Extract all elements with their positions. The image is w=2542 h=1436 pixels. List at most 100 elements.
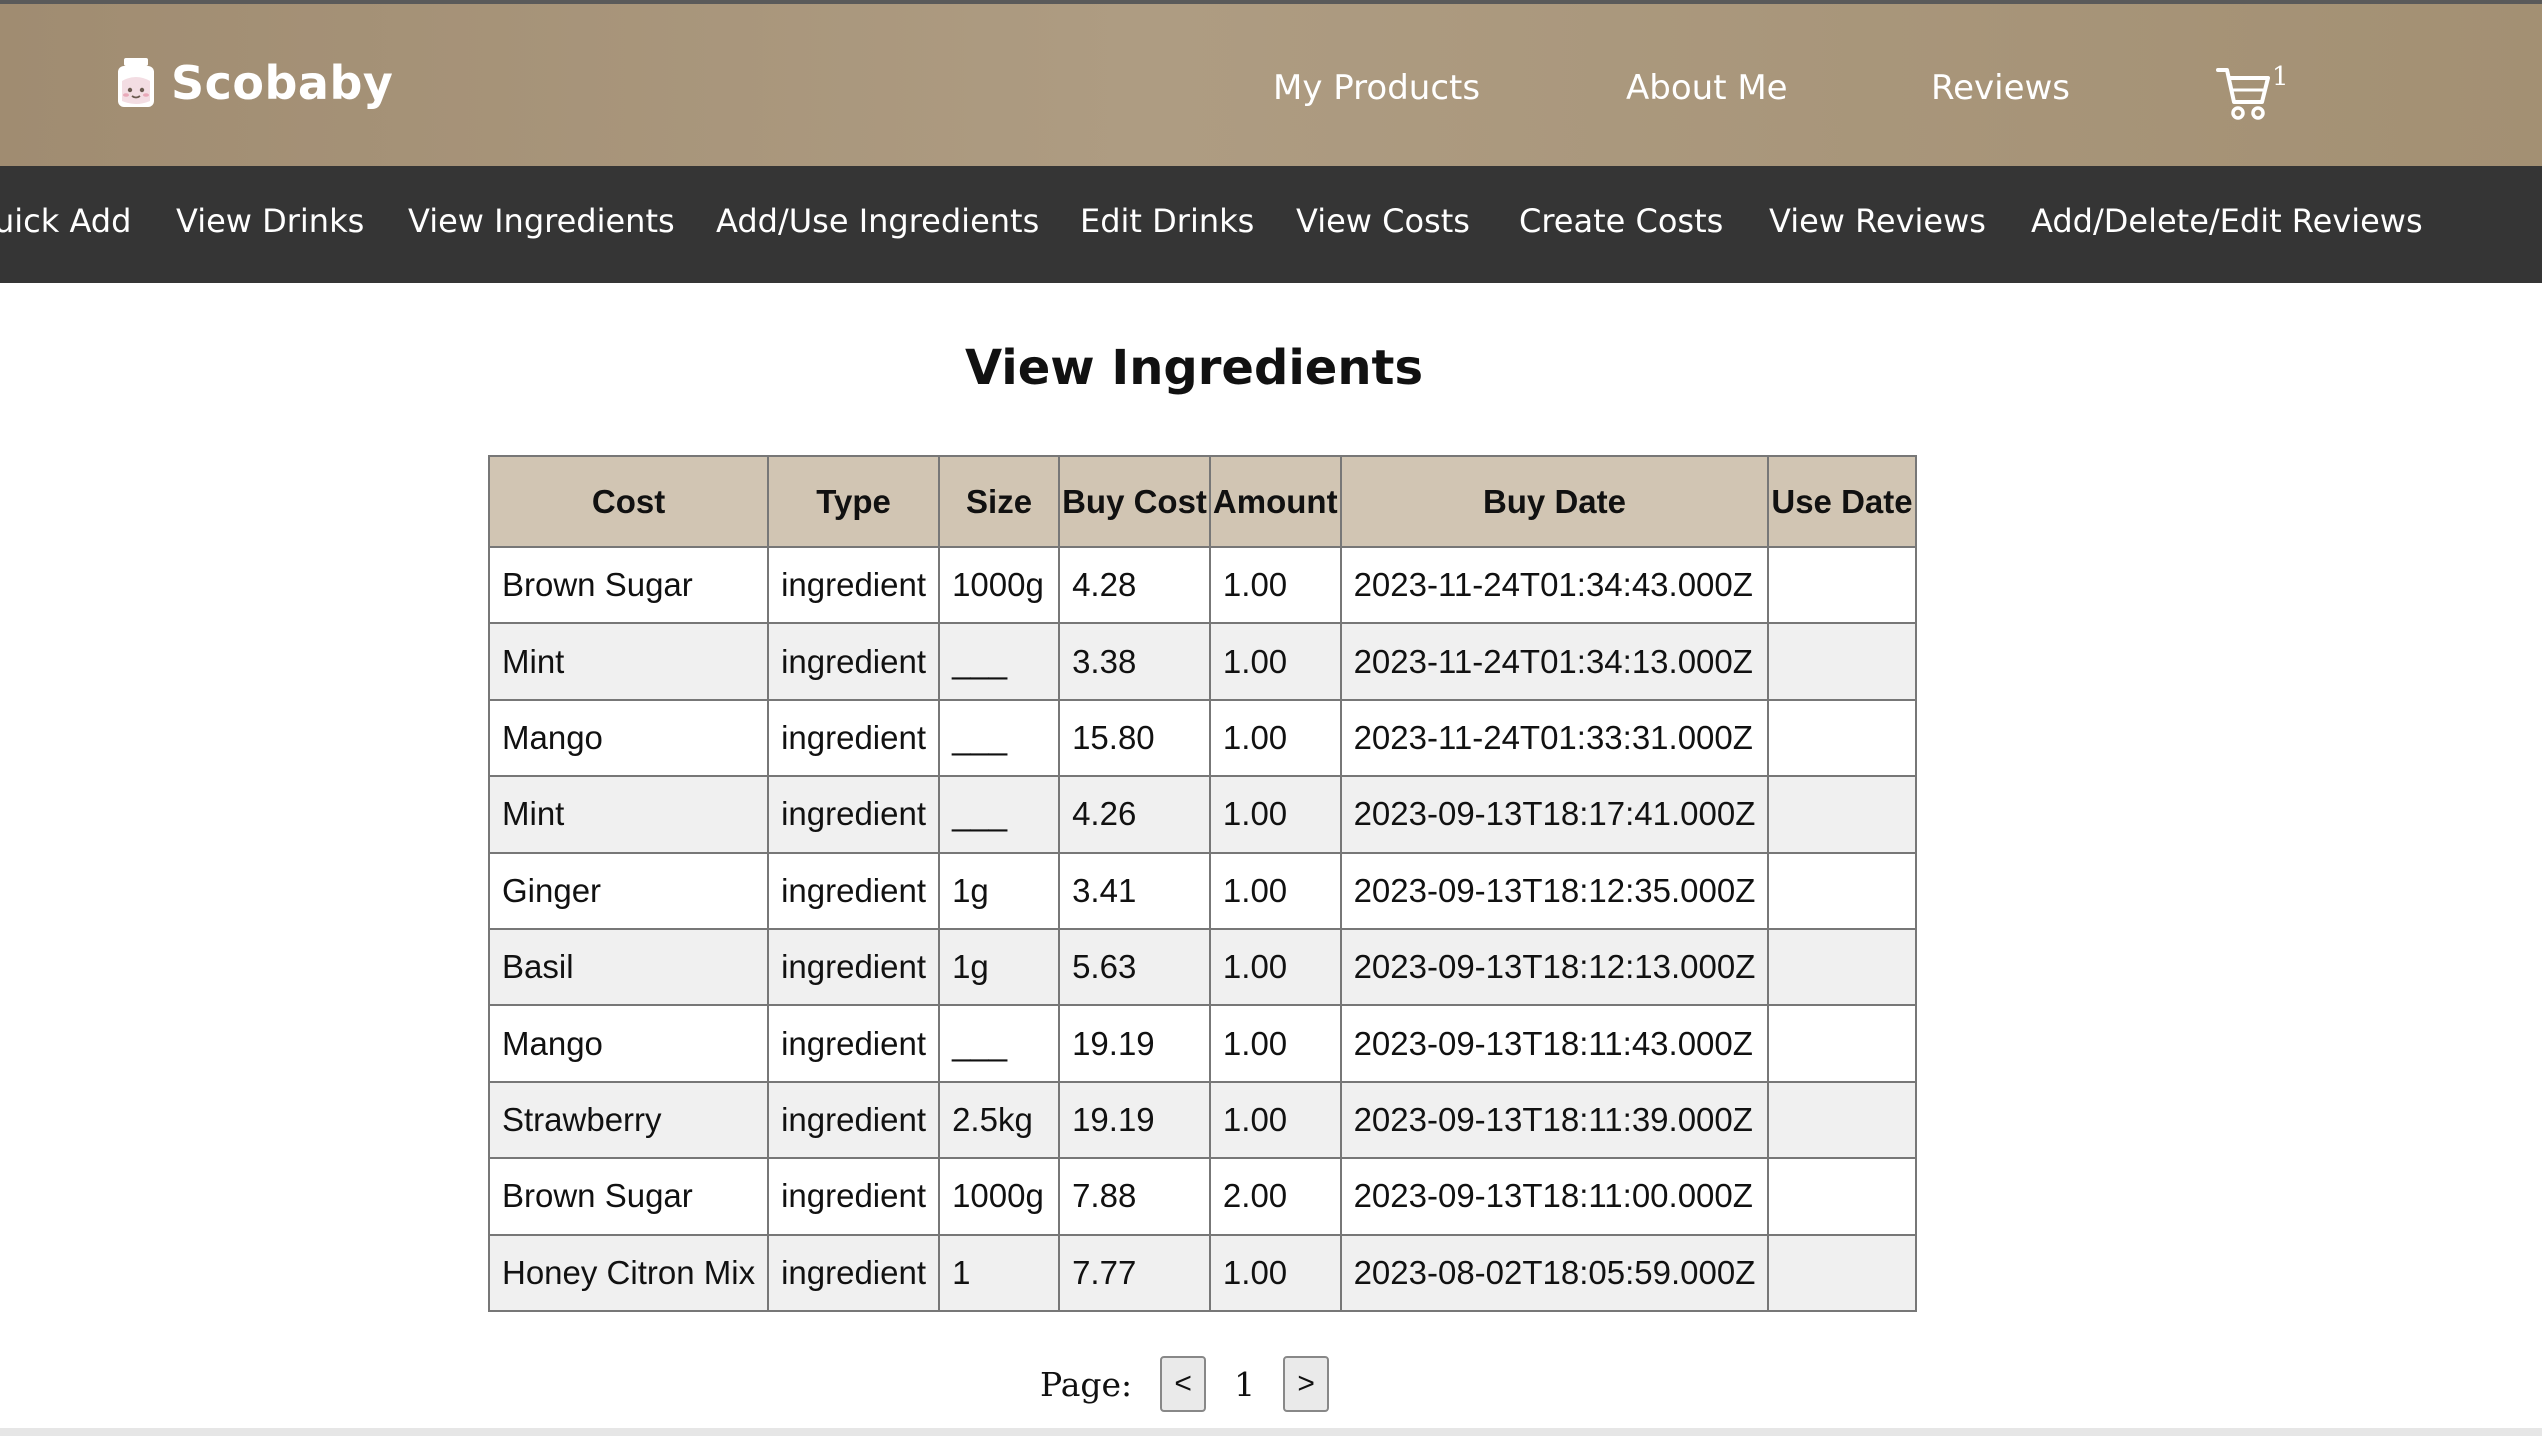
cell-amount: 1.00 — [1208, 927, 1342, 1007]
cell-size: 1000g — [938, 1157, 1061, 1236]
subnav-view-reviews[interactable]: View Reviews — [1769, 202, 1986, 240]
table-row: Strawberry ingredient 2.5kg 19.19 1.00 2023-0… — [487, 1080, 1917, 1160]
table-row: Honey Citron Mix ingredient 1 7.77 1.00 2023-… — [487, 1233, 1917, 1312]
cell-cost: Mango — [487, 1004, 770, 1083]
col-header-buy-cost: Buy Cost — [1058, 455, 1211, 548]
cell-type: ingredient — [767, 698, 941, 778]
cell-size: 2.5kg — [938, 1080, 1061, 1160]
cell-use-date — [1767, 1004, 1917, 1083]
cell-buy-date: 2023-08-02T18:05:59.000Z — [1339, 1233, 1770, 1312]
subnav-quick-add[interactable]: uick Add — [0, 202, 131, 240]
cell-use-date — [1767, 622, 1917, 701]
cell-size: ___ — [938, 1004, 1061, 1083]
cell-size: 1000g — [938, 545, 1061, 625]
bottom-divider — [0, 1428, 2542, 1436]
cell-size: 1 — [938, 1233, 1061, 1312]
cell-type: ingredient — [767, 851, 941, 930]
subnav-add-use-ingredients[interactable]: Add/Use Ingredients — [716, 202, 1039, 240]
cell-use-date — [1767, 545, 1917, 625]
subnav-view-ingredients[interactable]: View Ingredients — [408, 202, 675, 240]
cell-buy-date: 2023-09-13T18:12:35.000Z — [1339, 851, 1770, 930]
cell-buy-date: 2023-11-24T01:34:13.000Z — [1339, 622, 1770, 701]
page-label: Page: — [1040, 1364, 1133, 1404]
cell-size: ___ — [938, 775, 1061, 854]
cart-icon[interactable] — [2216, 64, 2270, 122]
col-header-buy-date: Buy Date — [1339, 455, 1770, 548]
brand-logo[interactable]: Scobaby — [115, 56, 393, 110]
cell-buy-cost: 19.19 — [1058, 1004, 1211, 1083]
table-row: Brown Sugar ingredient 1000g 7.88 2.00 2023-0… — [487, 1157, 1917, 1236]
cell-type: ingredient — [767, 775, 941, 854]
cell-cost: Strawberry — [487, 1080, 770, 1160]
cell-buy-date: 2023-09-13T18:12:13.000Z — [1339, 927, 1770, 1007]
cell-cost: Brown Sugar — [487, 1157, 770, 1236]
cell-use-date — [1767, 1157, 1917, 1236]
cell-use-date — [1767, 698, 1917, 778]
top-header: Scobaby My Products About Me Reviews 1 — [0, 0, 2542, 166]
table-row: Mint ingredient ___ 3.38 1.00 2023-11-24T01:3… — [487, 622, 1917, 701]
cell-cost: Basil — [487, 927, 770, 1007]
cell-amount: 1.00 — [1208, 698, 1342, 778]
cell-type: ingredient — [767, 1157, 941, 1236]
cell-buy-date: 2023-09-13T18:17:41.000Z — [1339, 775, 1770, 854]
cell-buy-cost: 4.28 — [1058, 545, 1211, 625]
subnav-view-drinks[interactable]: View Drinks — [176, 202, 364, 240]
cell-amount: 1.00 — [1208, 851, 1342, 930]
col-header-use-date: Use Date — [1767, 455, 1917, 548]
cell-buy-date: 2023-11-24T01:33:31.000Z — [1339, 698, 1770, 778]
cell-type: ingredient — [767, 1004, 941, 1083]
cell-buy-cost: 3.41 — [1058, 851, 1211, 930]
cell-buy-date: 2023-09-13T18:11:39.000Z — [1339, 1080, 1770, 1160]
cell-type: ingredient — [767, 545, 941, 625]
cell-size: 1g — [938, 851, 1061, 930]
cell-use-date — [1767, 851, 1917, 930]
nav-reviews[interactable]: Reviews — [1931, 68, 2070, 108]
cell-type: ingredient — [767, 927, 941, 1007]
cell-cost: Mint — [487, 775, 770, 854]
cell-cost: Mango — [487, 698, 770, 778]
table-row: Ginger ingredient 1g 3.41 1.00 2023-09-13T18:… — [487, 851, 1917, 930]
prev-page-button[interactable]: < — [1160, 1356, 1207, 1412]
cell-size: ___ — [938, 698, 1061, 778]
cell-amount: 1.00 — [1208, 1080, 1342, 1160]
cell-amount: 1.00 — [1208, 1233, 1342, 1312]
cell-amount: 2.00 — [1208, 1157, 1342, 1236]
cell-buy-cost: 4.26 — [1058, 775, 1211, 854]
cell-buy-cost: 3.38 — [1058, 622, 1211, 701]
table-header-row: Cost Type Size Buy Cost Amount Buy Date … — [487, 455, 1917, 548]
cell-buy-cost: 7.77 — [1058, 1233, 1211, 1312]
col-header-cost: Cost — [487, 455, 770, 548]
subnav-create-costs[interactable]: Create Costs — [1519, 202, 1723, 240]
cell-size: ___ — [938, 622, 1061, 701]
cell-amount: 1.00 — [1208, 622, 1342, 701]
table-row: Mango ingredient ___ 19.19 1.00 2023-09-13T18… — [487, 1004, 1917, 1083]
subnav-edit-drinks[interactable]: Edit Drinks — [1080, 202, 1254, 240]
current-page-number: 1 — [1234, 1364, 1256, 1404]
cell-cost: Honey Citron Mix — [487, 1233, 770, 1312]
cell-buy-date: 2023-09-13T18:11:43.000Z — [1339, 1004, 1770, 1083]
cell-use-date — [1767, 927, 1917, 1007]
col-header-amount: Amount — [1208, 455, 1342, 548]
nav-about-me[interactable]: About Me — [1626, 68, 1788, 108]
cell-use-date — [1767, 1233, 1917, 1312]
page-title: View Ingredients — [964, 340, 1424, 396]
cell-cost: Mint — [487, 622, 770, 701]
subnav-add-delete-edit-reviews[interactable]: Add/Delete/Edit Reviews — [2031, 202, 2423, 240]
cell-buy-cost: 19.19 — [1058, 1080, 1211, 1160]
subnav-view-costs[interactable]: View Costs — [1296, 202, 1470, 240]
cell-use-date — [1767, 1080, 1917, 1160]
next-page-button[interactable]: > — [1283, 1356, 1330, 1412]
table-row: Mango ingredient ___ 15.80 1.00 2023-11-24T01… — [487, 698, 1917, 778]
cell-type: ingredient — [767, 1233, 941, 1312]
table-body: Brown Sugar ingredient 1000g 4.28 1.00 2023-1… — [487, 545, 1917, 1312]
cell-size: 1g — [938, 927, 1061, 1007]
col-header-type: Type — [767, 455, 941, 548]
cell-type: ingredient — [767, 622, 941, 701]
cell-cost: Ginger — [487, 851, 770, 930]
jar-icon — [118, 58, 154, 107]
table-row: Basil ingredient 1g 5.63 1.00 2023-09-13T18:1… — [487, 927, 1917, 1007]
table-row: Brown Sugar ingredient 1000g 4.28 1.00 2023-1… — [487, 545, 1917, 625]
nav-my-products[interactable]: My Products — [1273, 68, 1480, 108]
col-header-size: Size — [938, 455, 1061, 548]
cell-buy-cost: 5.63 — [1058, 927, 1211, 1007]
